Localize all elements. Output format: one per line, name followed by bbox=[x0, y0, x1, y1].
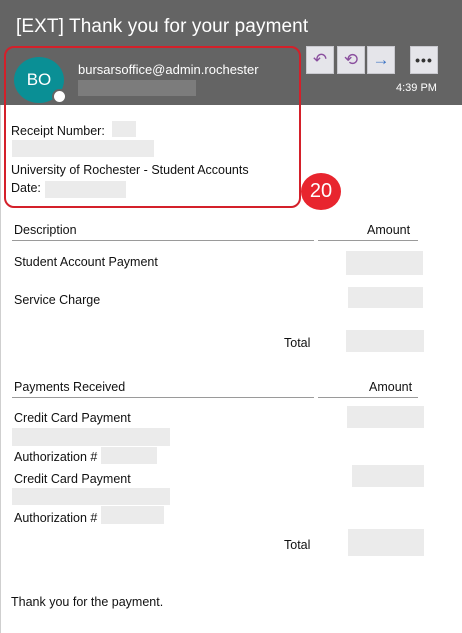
pane-border bbox=[0, 105, 1, 633]
payment-amount-redacted bbox=[352, 465, 424, 487]
payment-auth-redacted bbox=[101, 447, 157, 464]
payment-auth-redacted bbox=[101, 506, 164, 524]
forward-icon: → bbox=[372, 50, 390, 69]
payment-method: Credit Card Payment bbox=[14, 411, 131, 425]
payment-auth-label: Authorization # bbox=[14, 450, 98, 464]
payment-auth-label: Authorization # bbox=[14, 511, 98, 525]
charges-amount-rule bbox=[318, 240, 418, 241]
charges-col-description: Description bbox=[14, 223, 77, 237]
payment-method: Credit Card Payment bbox=[14, 472, 131, 486]
more-icon: ••• bbox=[415, 52, 433, 68]
more-actions-button[interactable]: ••• bbox=[410, 46, 438, 74]
payments-col-description: Payments Received bbox=[14, 380, 126, 394]
charges-desc-rule bbox=[12, 240, 314, 241]
charge-amount-redacted bbox=[346, 251, 423, 275]
payment-amount-redacted bbox=[347, 406, 424, 428]
payments-col-amount: Amount bbox=[369, 380, 413, 394]
forward-button[interactable]: → bbox=[367, 46, 395, 74]
charge-row-service-charge: Service Charge bbox=[14, 293, 101, 307]
payment-detail-redacted bbox=[12, 488, 170, 505]
payments-amount-rule bbox=[318, 397, 418, 398]
highlight-box bbox=[4, 46, 301, 208]
reply-all-icon: ⟲ bbox=[343, 50, 359, 69]
reply-all-button[interactable]: ⟲ bbox=[337, 46, 365, 74]
received-time: 4:39 PM bbox=[396, 82, 437, 94]
step-number-badge: 20 bbox=[301, 173, 341, 210]
closing-message: Thank you for the payment. bbox=[11, 595, 164, 609]
payments-total-redacted bbox=[348, 529, 424, 556]
charges-col-amount: Amount bbox=[367, 223, 411, 237]
email-subject: [EXT] Thank you for your payment bbox=[16, 16, 309, 37]
payment-detail-redacted bbox=[12, 428, 170, 446]
charges-total-redacted bbox=[346, 330, 424, 352]
reply-icon: ↶ bbox=[312, 50, 328, 69]
charge-row-student-account-payment: Student Account Payment bbox=[14, 255, 158, 269]
reply-button[interactable]: ↶ bbox=[306, 46, 334, 74]
charge-amount-redacted bbox=[348, 287, 423, 308]
payments-desc-rule bbox=[12, 397, 314, 398]
charges-total-label: Total bbox=[284, 336, 311, 350]
payments-total-label: Total bbox=[284, 538, 311, 552]
